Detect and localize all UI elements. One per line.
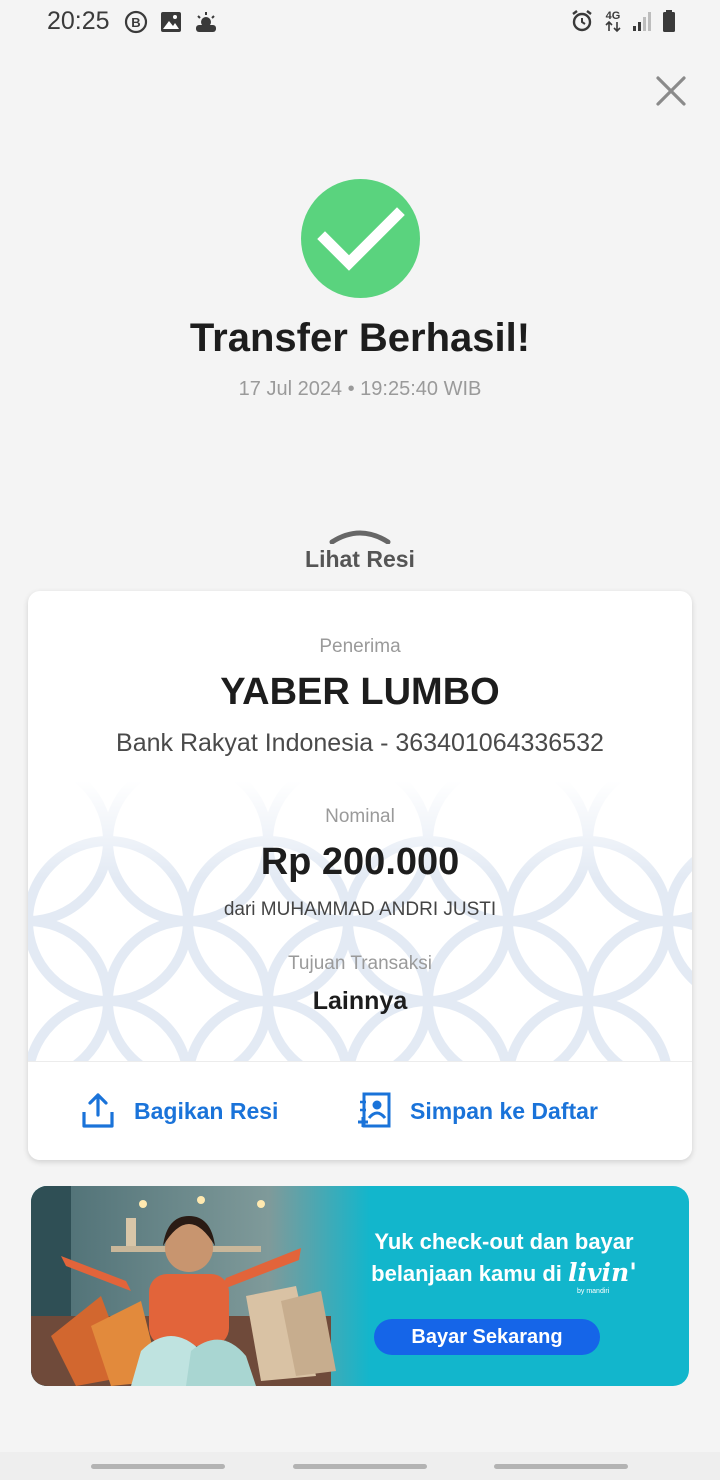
image-icon (160, 11, 182, 38)
share-receipt-button[interactable]: Bagikan Resi (80, 1092, 278, 1130)
pay-now-button[interactable]: Bayar Sekarang (374, 1319, 600, 1355)
recipient-name: YABER LUMBO (220, 671, 500, 713)
svg-text:B: B (131, 15, 140, 30)
receipt-actions: Bagikan Resi Simpan ke Daftar (28, 1061, 692, 1160)
banner-line1: Yuk check-out dan bayar (374, 1229, 634, 1254)
save-to-list-label: Simpan ke Daftar (410, 1097, 598, 1124)
save-contact-icon (358, 1092, 391, 1128)
shopping-woman-illustration (31, 1186, 371, 1386)
brand-subtitle: by mandiri (577, 1288, 610, 1295)
alarm-icon (570, 9, 594, 38)
close-button[interactable] (652, 72, 690, 110)
receipt-card: Penerima YABER LUMBO Bank Rakyat Indones… (28, 591, 692, 1160)
nav-back[interactable] (494, 1464, 628, 1469)
sender-name: dari MUHAMMAD ANDRI JUSTI (223, 899, 497, 920)
page-title: Transfer Berhasil! (189, 316, 531, 360)
signal-icon (632, 10, 652, 37)
amount-label: Nominal (325, 806, 395, 827)
battery-icon (662, 9, 676, 38)
network-4g-icon: 4G (604, 8, 622, 39)
b-notification-icon: B (124, 10, 148, 39)
view-receipt-label: Lihat Resi (305, 546, 415, 572)
system-nav-bar (0, 1452, 720, 1480)
success-check-icon (301, 179, 420, 298)
chevron-up-icon (329, 530, 391, 544)
banner-line2-prefix: belanjaan kamu di (371, 1261, 562, 1286)
status-time: 20:25 (47, 7, 110, 35)
status-left-icons: B (124, 10, 218, 39)
status-right-icons: 4G (570, 8, 676, 39)
promo-banner[interactable]: Yuk check-out dan bayar belanjaan kamu d… (31, 1186, 689, 1386)
view-receipt-toggle[interactable]: Lihat Resi (0, 528, 720, 573)
transaction-datetime: 17 Jul 2024 • 19:25:40 WIB (238, 378, 482, 400)
banner-headline: Yuk check-out dan bayar belanjaan kamu d… (339, 1226, 669, 1289)
share-icon (82, 1093, 114, 1128)
close-icon (656, 76, 686, 106)
svg-text:4G: 4G (606, 10, 621, 22)
status-bar: 20:25 B 4G (0, 0, 720, 44)
nav-recent-apps[interactable] (91, 1464, 225, 1469)
weather-icon (194, 11, 218, 38)
save-to-list-button[interactable]: Simpan ke Daftar (356, 1092, 598, 1130)
purpose-value: Lainnya (312, 987, 408, 1015)
livin-logo: livin' (568, 1258, 637, 1287)
purpose-label: Tujuan Transaksi (288, 953, 432, 974)
amount-value: Rp 200.000 (260, 841, 460, 883)
nav-home[interactable] (293, 1464, 427, 1469)
share-receipt-label: Bagikan Resi (134, 1097, 279, 1124)
recipient-label: Penerima (319, 636, 401, 657)
recipient-bank-account: Bank Rakyat Indonesia - 363401064336532 (116, 729, 604, 757)
banner-line2: belanjaan kamu di livin' (339, 1257, 669, 1289)
